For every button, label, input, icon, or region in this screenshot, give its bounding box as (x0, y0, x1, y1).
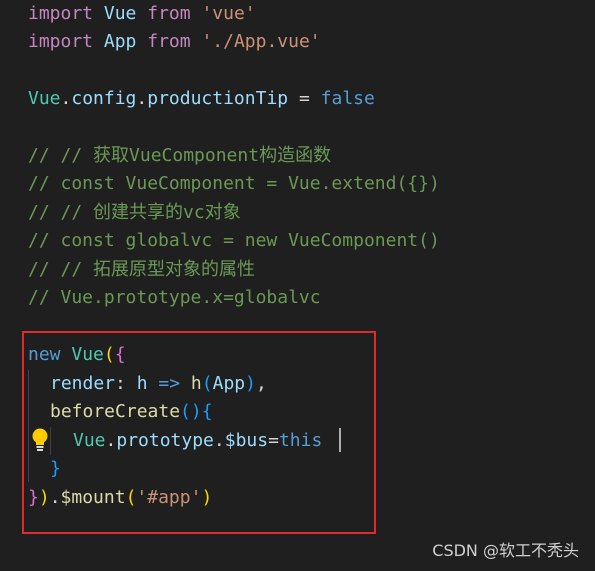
comment-line-6: // Vue.prototype.x=globalvc (28, 287, 321, 308)
property-production-tip: productionTip (147, 88, 289, 109)
identifier-app: App (103, 31, 137, 52)
comment-line-3: // // 创建共享的vc对象 (28, 202, 241, 223)
keyword-import: import (28, 3, 94, 24)
comment-line-2: // const VueComponent = Vue.extend({}) (28, 173, 440, 194)
code-editor[interactable]: import Vue from 'vue' import App from '.… (0, 0, 595, 571)
string-app-path: './App.vue' (201, 31, 321, 52)
keyword-from: from (147, 3, 191, 24)
code-line-4: Vue.config.productionTip = false (28, 88, 375, 109)
property-config: config (71, 88, 137, 109)
keyword-import: import (28, 31, 94, 52)
string-vue-path: 'vue' (201, 3, 256, 24)
comment-line-5: // // 拓展原型对象的属性 (28, 259, 256, 280)
literal-false: false (320, 88, 375, 109)
keyword-from: from (147, 31, 191, 52)
comment-line-1: // // 获取VueComponent构造函数 (28, 145, 332, 166)
highlight-annotation-box (22, 331, 376, 534)
code-line-1: import Vue from 'vue' (28, 0, 256, 28)
code-line-2: import App from './App.vue' (28, 28, 321, 56)
comment-line-4: // const globalvc = new VueComponent() (28, 230, 440, 251)
watermark: CSDN @软工不秃头 (432, 541, 579, 560)
identifier-vue: Vue (28, 88, 61, 109)
identifier-vue: Vue (103, 3, 137, 24)
